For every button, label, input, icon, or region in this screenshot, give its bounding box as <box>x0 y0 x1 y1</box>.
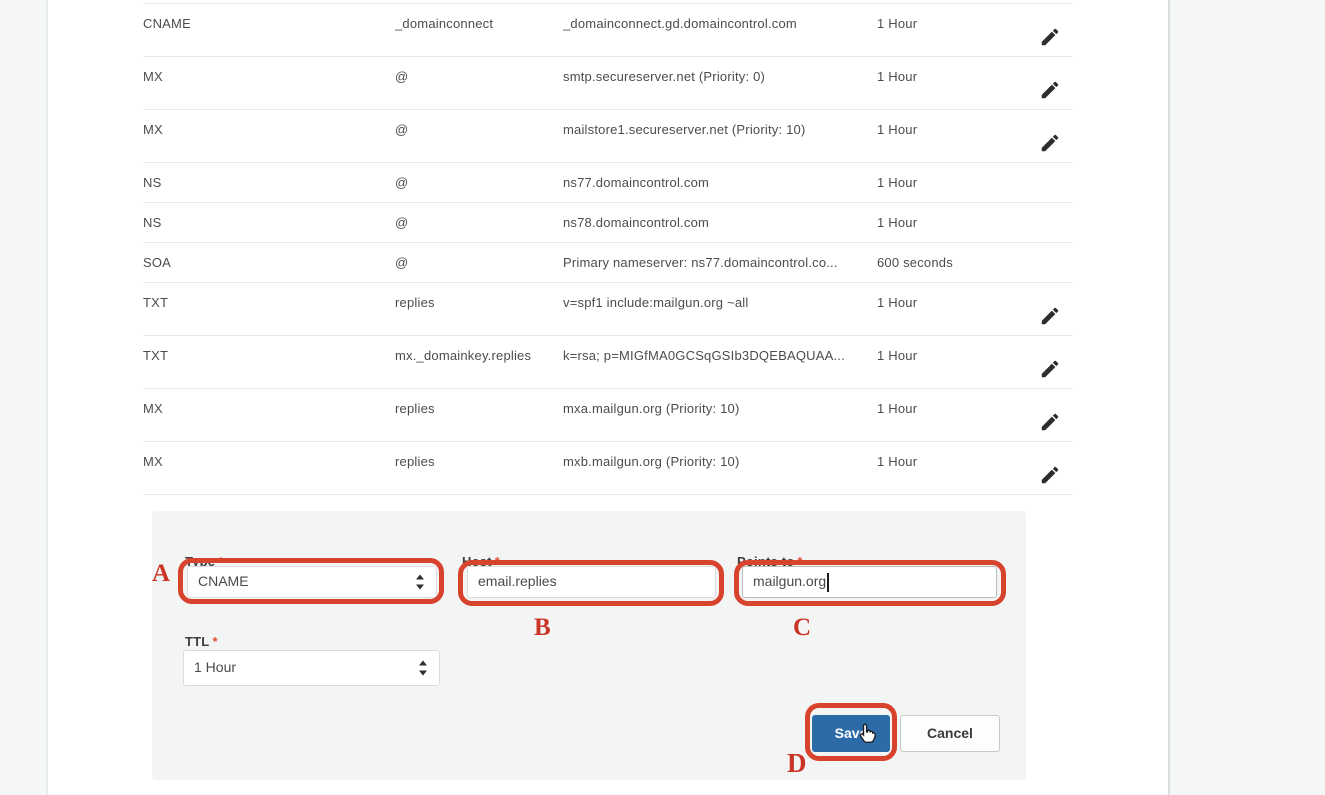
record-value-cell: ns78.domaincontrol.com <box>563 215 710 230</box>
table-row: CNAME _domainconnect _domainconnect.gd.d… <box>143 4 1073 57</box>
annotation-letter-a: A <box>152 560 171 587</box>
record-type-cell: MX <box>143 454 163 469</box>
record-ttl-cell: 1 Hour <box>877 295 918 310</box>
record-value-cell: k=rsa; p=MIGfMA0GCSqGSIb3DQEBAQUAA... <box>563 348 845 363</box>
record-name-cell: @ <box>395 215 409 230</box>
record-value-cell: ns77.domaincontrol.com <box>563 175 710 190</box>
record-value-cell: mxb.mailgun.org (Priority: 10) <box>563 454 740 469</box>
record-ttl-cell: 600 seconds <box>877 255 953 270</box>
record-type-cell: NS <box>143 215 162 230</box>
pencil-icon <box>1039 81 1061 104</box>
annotation-letter-b: B <box>534 614 551 641</box>
record-value-cell: _domainconnect.gd.domaincontrol.com <box>563 16 797 31</box>
record-ttl-cell: 1 Hour <box>877 401 918 416</box>
record-name-cell: _domainconnect <box>395 16 494 31</box>
table-row: MX replies mxb.mailgun.org (Priority: 10… <box>143 442 1073 495</box>
record-ttl-cell: 1 Hour <box>877 122 918 137</box>
annotation-ring-host <box>458 560 724 606</box>
record-value-cell: Primary nameserver: ns77.domaincontrol.c… <box>563 255 838 270</box>
ttl-select[interactable]: 1 Hour <box>183 650 440 686</box>
record-type-cell: MX <box>143 401 163 416</box>
edit-record-button[interactable] <box>1039 26 1061 48</box>
record-name-cell: replies <box>395 454 435 469</box>
required-asterisk: * <box>212 634 218 649</box>
edit-record-button[interactable] <box>1039 305 1061 327</box>
table-row: MX @ mailstore1.secureserver.net (Priori… <box>143 110 1073 163</box>
record-ttl-cell: 1 Hour <box>877 454 918 469</box>
record-type-cell: TXT <box>143 348 169 363</box>
annotation-ring-save <box>805 703 897 761</box>
record-ttl-cell: 1 Hour <box>877 16 918 31</box>
pencil-icon <box>1039 360 1061 383</box>
table-row: MX @ smtp.secureserver.net (Priority: 0)… <box>143 57 1073 110</box>
record-type-cell: SOA <box>143 255 172 270</box>
record-type-cell: MX <box>143 122 163 137</box>
pencil-icon <box>1039 134 1061 157</box>
record-type-cell: TXT <box>143 295 169 310</box>
ttl-select-value: 1 Hour <box>194 659 237 675</box>
record-name-cell: @ <box>395 255 409 270</box>
record-ttl-cell: 1 Hour <box>877 69 918 84</box>
record-ttl-cell: 1 Hour <box>877 215 918 230</box>
table-row: TXT mx._domainkey.replies k=rsa; p=MIGfM… <box>143 336 1073 389</box>
record-name-cell: @ <box>395 175 409 190</box>
edit-record-button[interactable] <box>1039 132 1061 154</box>
edit-record-button[interactable] <box>1039 464 1061 486</box>
pencil-icon <box>1039 28 1061 51</box>
record-name-cell: mx._domainkey.replies <box>395 348 532 363</box>
table-row: SOA @ Primary nameserver: ns77.domaincon… <box>143 243 1073 283</box>
record-type-cell: CNAME <box>143 16 191 31</box>
record-name-cell: replies <box>395 295 435 310</box>
record-ttl-cell: 1 Hour <box>877 348 918 363</box>
annotation-letter-d: D <box>787 748 807 778</box>
record-ttl-cell: 1 Hour <box>877 175 918 190</box>
table-row: MX replies mxa.mailgun.org (Priority: 10… <box>143 389 1073 442</box>
pencil-icon <box>1039 413 1061 436</box>
record-name-cell: replies <box>395 401 435 416</box>
record-type-cell: MX <box>143 69 163 84</box>
up-down-arrows-icon <box>418 660 428 676</box>
hand-cursor-icon <box>854 722 880 753</box>
record-name-cell: @ <box>395 122 409 137</box>
table-row: TXT replies v=spf1 include:mailgun.org ~… <box>143 283 1073 336</box>
table-row: NS @ ns77.domaincontrol.com 1 Hour <box>143 163 1073 203</box>
dns-records-table: CNAME _domainconnect _domainconnect.gd.d… <box>143 3 1073 495</box>
table-row: NS @ ns78.domaincontrol.com 1 Hour <box>143 203 1073 243</box>
ttl-label: TTL * <box>185 634 218 649</box>
annotation-ring-points <box>734 560 1006 606</box>
record-value-cell: mailstore1.secureserver.net (Priority: 1… <box>563 122 806 137</box>
annotation-ring-type <box>178 558 444 604</box>
edit-record-button[interactable] <box>1039 411 1061 433</box>
pencil-icon <box>1039 466 1061 489</box>
edit-record-button[interactable] <box>1039 358 1061 380</box>
dns-management-page: CNAME _domainconnect _domainconnect.gd.d… <box>46 0 1170 795</box>
pencil-icon <box>1039 307 1061 330</box>
record-value-cell: mxa.mailgun.org (Priority: 10) <box>563 401 740 416</box>
cancel-button[interactable]: Cancel <box>900 715 1000 752</box>
record-value-cell: v=spf1 include:mailgun.org ~all <box>563 295 749 310</box>
annotation-letter-c: C <box>793 614 812 641</box>
record-name-cell: @ <box>395 69 409 84</box>
record-type-cell: NS <box>143 175 162 190</box>
edit-record-button[interactable] <box>1039 79 1061 101</box>
record-value-cell: smtp.secureserver.net (Priority: 0) <box>563 69 766 84</box>
